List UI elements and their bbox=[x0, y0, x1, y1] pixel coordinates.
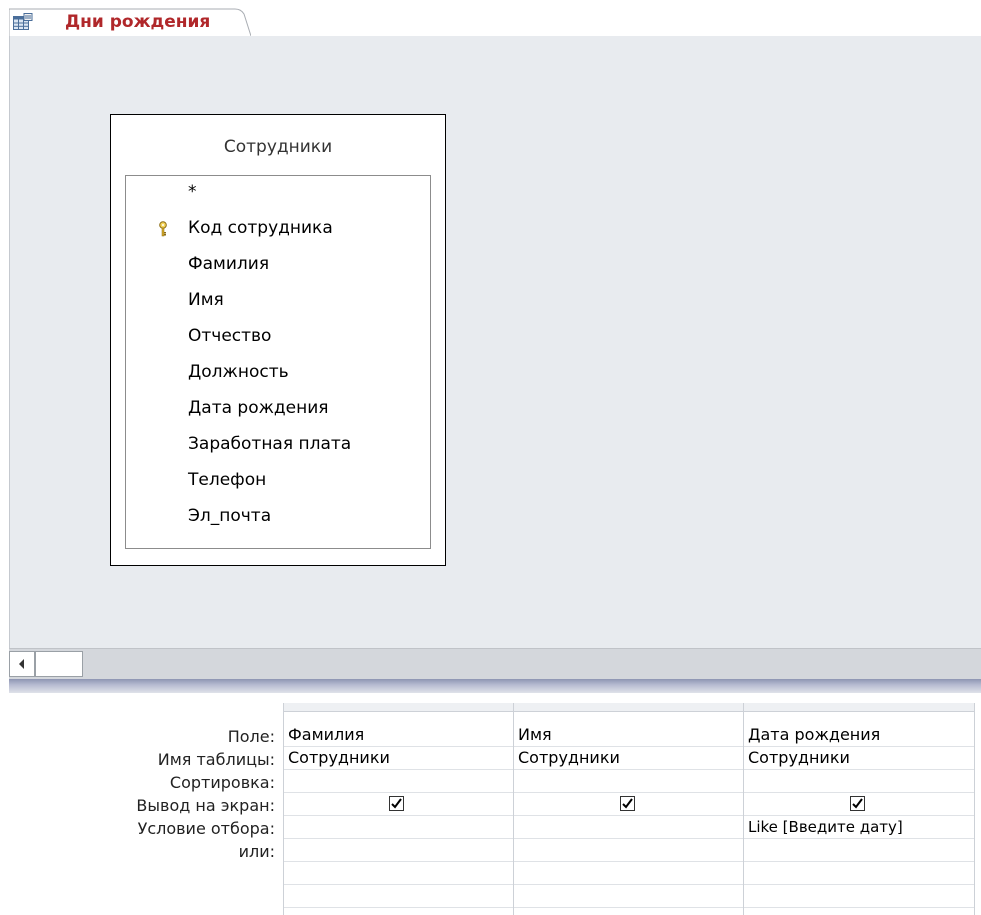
table-field-list-window[interactable]: Сотрудники * Код сотрудника Фамилия Имя … bbox=[110, 114, 446, 566]
cell-criteria[interactable] bbox=[284, 816, 513, 839]
scroll-thumb[interactable] bbox=[35, 651, 83, 677]
grid-column[interactable]: Фамилия Сотрудники bbox=[284, 703, 514, 915]
table-title[interactable]: Сотрудники bbox=[111, 137, 445, 157]
tab-title: Дни рождения bbox=[65, 12, 211, 32]
checkmark-icon bbox=[852, 798, 863, 809]
horizontal-scrollbar[interactable] bbox=[9, 648, 981, 679]
row-label-field: Поле: bbox=[227, 727, 275, 746]
field-list[interactable]: * Код сотрудника Фамилия Имя Отчество До… bbox=[125, 175, 431, 549]
cell-extra[interactable] bbox=[744, 885, 974, 908]
field-item-employee-id[interactable]: Код сотрудника bbox=[159, 218, 333, 238]
row-label-or: или: bbox=[238, 842, 275, 861]
show-checkbox[interactable] bbox=[389, 796, 404, 811]
field-item-lastname[interactable]: Фамилия bbox=[188, 254, 269, 274]
show-checkbox[interactable] bbox=[620, 796, 635, 811]
field-item-birthdate[interactable]: Дата рождения bbox=[188, 398, 329, 418]
cell-or[interactable] bbox=[744, 839, 974, 862]
cell-extra[interactable] bbox=[284, 885, 513, 908]
cell-show bbox=[514, 793, 743, 816]
field-item-patronymic[interactable]: Отчество bbox=[188, 326, 271, 346]
field-item-firstname[interactable]: Имя bbox=[188, 290, 224, 310]
cell-table[interactable]: Сотрудники bbox=[744, 747, 974, 770]
cell-extra[interactable] bbox=[744, 862, 974, 885]
grid-column[interactable]: Дата рождения Сотрудники Like [Введите д… bbox=[744, 703, 975, 915]
query-design-area[interactable]: Сотрудники * Код сотрудника Фамилия Имя … bbox=[9, 36, 981, 648]
column-selector[interactable] bbox=[284, 703, 513, 712]
cell-field[interactable]: Дата рождения bbox=[744, 724, 974, 747]
checkmark-icon bbox=[622, 798, 633, 809]
cell-criteria[interactable] bbox=[514, 816, 743, 839]
row-label-criteria: Условие отбора: bbox=[137, 819, 275, 838]
cell-extra[interactable] bbox=[284, 862, 513, 885]
cell-criteria[interactable]: Like [Введите дату] bbox=[744, 816, 974, 839]
cell-field[interactable]: Имя bbox=[514, 724, 743, 747]
cell-table[interactable]: Сотрудники bbox=[284, 747, 513, 770]
checkmark-icon bbox=[391, 798, 402, 809]
row-label-table: Имя таблицы: bbox=[157, 750, 275, 769]
grid-column[interactable]: Имя Сотрудники bbox=[514, 703, 744, 915]
column-selector[interactable] bbox=[744, 703, 974, 712]
cell-field[interactable]: Фамилия bbox=[284, 724, 513, 747]
pane-splitter[interactable] bbox=[9, 679, 981, 693]
cell-or[interactable] bbox=[284, 839, 513, 862]
cell-extra[interactable] bbox=[514, 885, 743, 908]
row-label-show: Вывод на экран: bbox=[136, 796, 275, 815]
field-item-position[interactable]: Должность bbox=[188, 362, 289, 382]
cell-extra[interactable] bbox=[514, 862, 743, 885]
field-item-email[interactable]: Эл_почта bbox=[188, 506, 271, 526]
cell-sort[interactable] bbox=[514, 770, 743, 793]
scroll-left-arrow-icon bbox=[19, 659, 24, 669]
field-label: Код сотрудника bbox=[188, 218, 333, 238]
query-design-grid[interactable]: Фамилия Сотрудники Имя Сотрудники Дата р… bbox=[283, 703, 981, 915]
query-grid-area: Поле: Имя таблицы: Сортировка: Вывод на … bbox=[0, 693, 981, 915]
cell-or[interactable] bbox=[514, 839, 743, 862]
cell-sort[interactable] bbox=[744, 770, 974, 793]
field-item-all[interactable]: * bbox=[188, 182, 197, 202]
key-icon bbox=[159, 221, 167, 237]
field-item-salary[interactable]: Заработная плата bbox=[188, 434, 351, 454]
query-icon bbox=[13, 13, 33, 30]
column-selector[interactable] bbox=[514, 703, 743, 712]
field-item-phone[interactable]: Телефон bbox=[188, 470, 266, 490]
show-checkbox[interactable] bbox=[850, 796, 865, 811]
tab-query[interactable]: Дни рождения bbox=[9, 8, 251, 36]
document-tab-strip: Дни рождения bbox=[0, 0, 981, 36]
row-label-sort: Сортировка: bbox=[169, 773, 275, 792]
cell-table[interactable]: Сотрудники bbox=[514, 747, 743, 770]
cell-sort[interactable] bbox=[284, 770, 513, 793]
cell-show bbox=[744, 793, 974, 816]
scroll-left-button[interactable] bbox=[9, 651, 35, 677]
cell-show bbox=[284, 793, 513, 816]
